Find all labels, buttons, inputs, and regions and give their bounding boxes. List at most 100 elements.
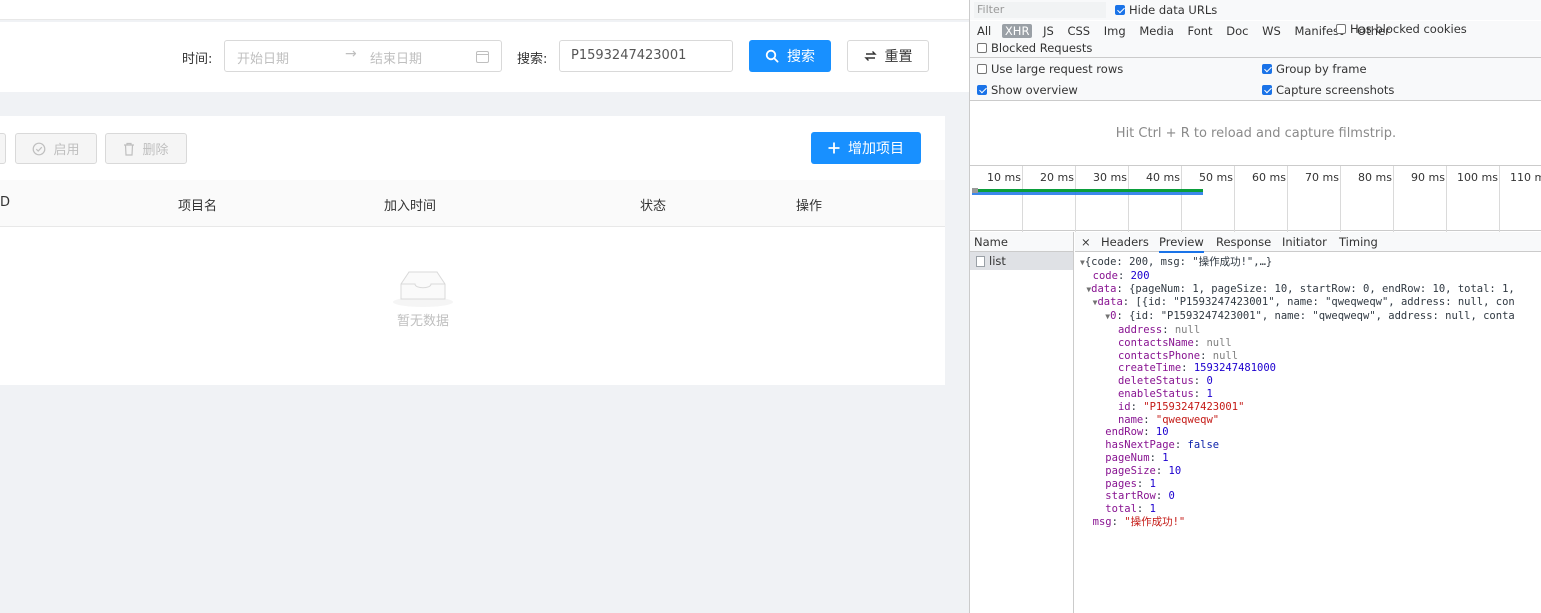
tab-headers[interactable]: Headers bbox=[1101, 235, 1149, 249]
json-has-next-page: false bbox=[1187, 439, 1220, 452]
json-end-row: 10 bbox=[1155, 426, 1169, 439]
json-data-summary[interactable]: {pageNum: 1, pageSize: 10, startRow: 0, … bbox=[1129, 283, 1515, 295]
request-detail: × Headers Preview Response Initiator Tim… bbox=[1075, 232, 1541, 613]
tab-response[interactable]: Response bbox=[1216, 235, 1271, 249]
json-create-time: 1593247481000 bbox=[1193, 362, 1276, 375]
type-media[interactable]: Media bbox=[1136, 24, 1177, 38]
group-by-frame-label: Group by frame bbox=[1276, 62, 1367, 76]
enable-button-label: 启用 bbox=[53, 143, 80, 158]
column-status[interactable]: 状态 bbox=[640, 195, 666, 214]
large-rows-checkbox[interactable]: Use large request rows bbox=[977, 62, 1123, 76]
start-date-placeholder[interactable]: 开始日期 bbox=[237, 48, 289, 67]
json-preview: ▼{code: 200, msg: "操作成功!",…} code: 200 ▼… bbox=[1080, 256, 1515, 528]
plus-icon bbox=[828, 142, 840, 154]
delete-button[interactable]: 删除 bbox=[105, 133, 187, 164]
date-range-picker[interactable]: 开始日期 → 结束日期 bbox=[224, 40, 502, 72]
search-label: 搜索: bbox=[517, 52, 548, 67]
json-address: null bbox=[1174, 323, 1201, 336]
blocked-requests-checkbox[interactable]: Blocked Requests bbox=[977, 41, 1092, 55]
enable-button[interactable]: 启用 bbox=[15, 133, 97, 164]
table-header: D 项目名 加入时间 状态 操作 bbox=[0, 180, 945, 227]
add-project-button-label: 增加项目 bbox=[848, 141, 904, 157]
hide-data-urls-checkbox[interactable]: Hide data URLs bbox=[1115, 3, 1217, 17]
tab-timing[interactable]: Timing bbox=[1339, 235, 1378, 249]
json-start-row: 0 bbox=[1168, 490, 1175, 503]
json-root[interactable]: {code: 200, msg: "操作成功!",…} bbox=[1085, 256, 1272, 268]
top-strip bbox=[0, 0, 969, 20]
json-contacts-phone: null bbox=[1212, 349, 1239, 362]
tab-initiator[interactable]: Initiator bbox=[1282, 235, 1327, 249]
capture-screenshots-checkbox[interactable]: Capture screenshots bbox=[1262, 83, 1394, 97]
timeline-tick: 10 ms bbox=[987, 166, 1023, 232]
end-date-placeholder[interactable]: 结束日期 bbox=[370, 48, 422, 67]
partial-button bbox=[0, 133, 6, 164]
large-rows-label: Use large request rows bbox=[991, 62, 1124, 76]
has-blocked-cookies-checkbox[interactable]: Has blocked cookies bbox=[1336, 22, 1467, 36]
group-by-frame-checkbox[interactable]: Group by frame bbox=[1262, 62, 1367, 76]
search-input[interactable]: P1593247423001 bbox=[559, 40, 733, 72]
time-label: 时间: bbox=[182, 52, 213, 67]
request-list: Name list bbox=[970, 232, 1074, 613]
tab-preview[interactable]: Preview bbox=[1159, 235, 1204, 253]
empty-inbox-icon bbox=[393, 266, 453, 307]
reset-button[interactable]: 重置 bbox=[847, 40, 929, 72]
hide-data-urls-label: Hide data URLs bbox=[1129, 3, 1218, 17]
reset-button-label: 重置 bbox=[884, 49, 913, 65]
filmstrip-hint: Hit Ctrl + R to reload and capture films… bbox=[1115, 126, 1397, 141]
timeline-tick: 30 ms bbox=[1093, 166, 1129, 232]
column-project-name[interactable]: 项目名 bbox=[178, 195, 217, 214]
name-column-header[interactable]: Name bbox=[970, 232, 1073, 252]
column-id[interactable]: D bbox=[0, 195, 10, 210]
column-actions[interactable]: 操作 bbox=[796, 195, 822, 214]
type-filter-row: All XHR JS CSS Img Media Font Doc WS Man… bbox=[970, 21, 1541, 57]
request-name: list bbox=[989, 254, 1006, 268]
json-contacts-name: null bbox=[1206, 336, 1232, 349]
divider bbox=[970, 100, 1541, 101]
filter-row: Filter Hide data URLs bbox=[970, 0, 1541, 20]
json-msg: "操作成功!" bbox=[1124, 515, 1186, 528]
column-join-time[interactable]: 加入时间 bbox=[384, 195, 436, 214]
add-project-button[interactable]: 增加项目 bbox=[811, 132, 921, 164]
json-pages: 1 bbox=[1149, 477, 1156, 490]
json-list-summary[interactable]: [{id: "P1593247423001", name: "qweqweqw"… bbox=[1135, 296, 1514, 308]
json-name: "qweqweqw" bbox=[1155, 413, 1220, 426]
devtools-panel: Filter Hide data URLs All XHR JS CSS Img… bbox=[969, 0, 1541, 613]
type-img[interactable]: Img bbox=[1101, 24, 1129, 38]
timeline-tick: 80 ms bbox=[1358, 166, 1394, 232]
close-icon[interactable]: × bbox=[1081, 235, 1091, 249]
show-overview-label: Show overview bbox=[991, 83, 1078, 97]
show-overview-checkbox[interactable]: Show overview bbox=[977, 83, 1078, 97]
has-blocked-cookies-label: Has blocked cookies bbox=[1350, 22, 1467, 36]
type-font[interactable]: Font bbox=[1185, 24, 1216, 38]
overview-timeline[interactable]: 10 ms 20 ms 30 ms 40 ms 50 ms 60 ms 70 m… bbox=[970, 165, 1541, 232]
request-row[interactable]: list bbox=[970, 252, 1073, 270]
timeline-tick: 20 ms bbox=[1040, 166, 1076, 232]
type-doc[interactable]: Doc bbox=[1223, 24, 1251, 38]
swap-icon bbox=[863, 51, 877, 61]
json-item-summary[interactable]: {id: "P1593247423001", name: "qweqweqw",… bbox=[1129, 310, 1515, 322]
calendar-icon bbox=[476, 51, 489, 63]
json-page-num: 1 bbox=[1162, 451, 1169, 464]
check-circle-icon bbox=[33, 142, 46, 155]
delete-button-label: 删除 bbox=[142, 143, 169, 158]
timeline-tick: 100 ms bbox=[1457, 166, 1500, 232]
type-ws[interactable]: WS bbox=[1259, 24, 1284, 38]
timeline-tick: 90 ms bbox=[1411, 166, 1447, 232]
type-all[interactable]: All bbox=[974, 24, 994, 38]
search-button[interactable]: 搜索 bbox=[749, 40, 831, 72]
search-button-label: 搜索 bbox=[787, 49, 815, 65]
detail-tabs: × Headers Preview Response Initiator Tim… bbox=[1075, 232, 1541, 253]
checkbox-icon bbox=[977, 43, 987, 53]
range-arrow-icon: → bbox=[345, 46, 357, 62]
type-js[interactable]: JS bbox=[1040, 24, 1057, 38]
search-bar: 时间: 开始日期 → 结束日期 搜索: P1593247423001 搜索 重置 bbox=[0, 22, 969, 92]
type-xhr[interactable]: XHR bbox=[1001, 24, 1033, 38]
type-css[interactable]: CSS bbox=[1064, 24, 1093, 38]
checkbox-icon bbox=[1336, 24, 1346, 34]
checkbox-icon bbox=[977, 64, 987, 74]
checkbox-icon bbox=[977, 85, 987, 95]
json-page-size: 10 bbox=[1168, 464, 1182, 477]
timeline-tick: 50 ms bbox=[1199, 166, 1235, 232]
filter-input[interactable]: Filter bbox=[974, 2, 1106, 18]
request-bar-wait bbox=[972, 192, 1203, 195]
